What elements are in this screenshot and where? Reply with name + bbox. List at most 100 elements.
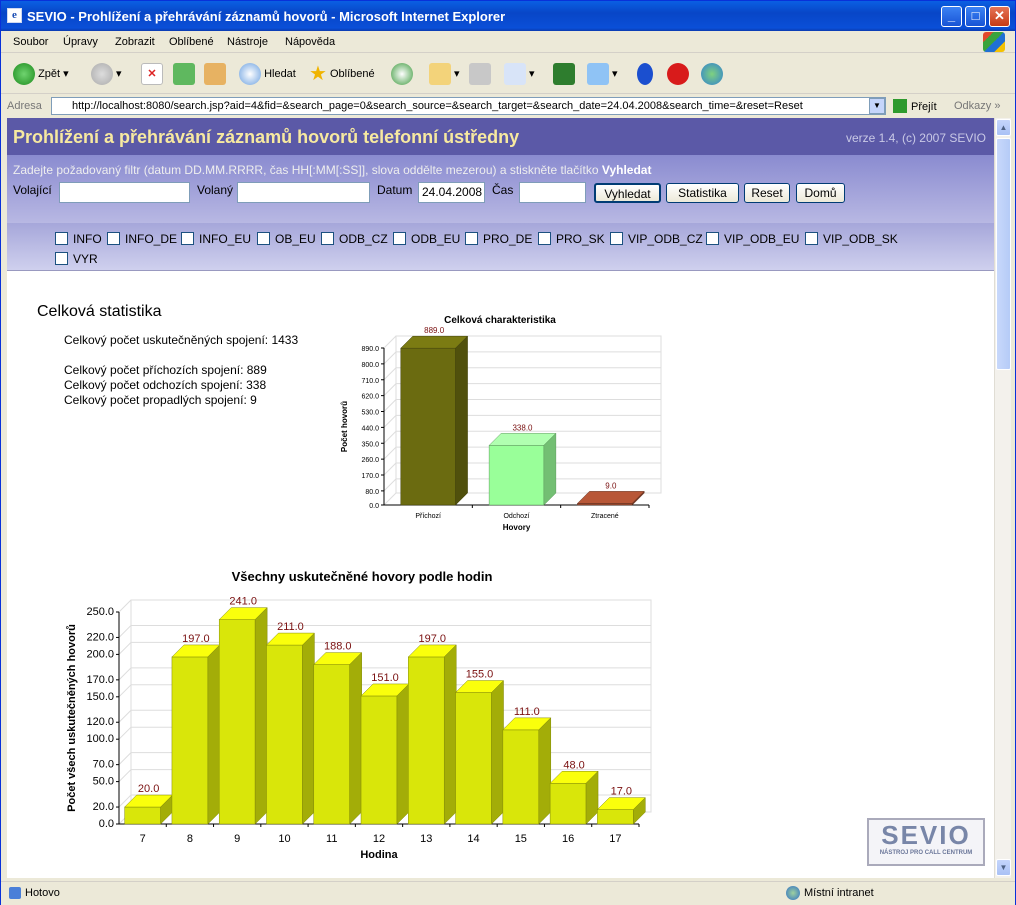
forward-button[interactable]: ▾ (91, 62, 122, 86)
addon-button-3[interactable] (667, 62, 689, 86)
y-tick-label: 530.0 (361, 410, 379, 417)
grid-line (383, 335, 397, 349)
contacts-icon (701, 63, 723, 86)
vertical-scrollbar[interactable]: ▲ ▼ (994, 118, 1011, 878)
edit-button[interactable]: ▾ (504, 62, 535, 86)
address-bar: Adresa http://localhost:8080/search.jsp?… (1, 95, 1015, 117)
statistics-button[interactable]: Statistika (666, 183, 739, 203)
address-dropdown-icon[interactable]: ▼ (869, 98, 885, 114)
home-link-button[interactable]: Domů (796, 183, 845, 203)
links-label: Odkazy (954, 100, 992, 112)
checkbox-icon (257, 232, 270, 245)
category-checkbox-info-de[interactable]: INFO_DE (107, 232, 177, 246)
star-icon: ★ (309, 63, 327, 86)
checkbox-icon (706, 232, 719, 245)
address-input[interactable]: http://localhost:8080/search.jsp?aid=4&f… (51, 97, 886, 115)
bar-side (455, 335, 468, 506)
time-input[interactable] (519, 182, 586, 203)
logo-text: SEVIO (881, 820, 971, 850)
maximize-button[interactable]: □ (965, 6, 986, 27)
x-axis-label: Hovory (503, 523, 531, 532)
links-button[interactable]: Odkazy » (954, 100, 1000, 112)
bar-side (543, 432, 557, 506)
callee-input[interactable] (237, 182, 370, 203)
category-checkbox-vyr[interactable]: VYR (55, 252, 98, 266)
scroll-down-icon[interactable]: ▼ (996, 859, 1011, 876)
refresh-button[interactable] (173, 62, 195, 86)
browser-window: e SEVIO - Prohlížení a přehrávání záznam… (0, 0, 1016, 905)
bluetooth-button[interactable] (637, 62, 653, 86)
reset-button[interactable]: Reset (744, 183, 790, 203)
y-tick-label: 260.0 (361, 457, 379, 464)
menu-tools[interactable]: Nástroje (227, 36, 268, 48)
window-title: SEVIO - Prohlížení a přehrávání záznamů … (27, 9, 506, 24)
grid-line (118, 752, 132, 765)
status-bar: Hotovo Místní intranet (1, 881, 1015, 905)
bar (171, 656, 209, 825)
grid-line (118, 769, 132, 782)
category-checkbox-vip-odb-eu[interactable]: VIP_ODB_EU (706, 232, 799, 246)
category-label: VYR (73, 252, 98, 266)
caller-input[interactable] (59, 182, 190, 203)
x-tick-label: 11 (326, 833, 337, 845)
category-label: VIP_ODB_CZ (628, 232, 703, 246)
y-axis-label: Počet všech uskutečněných hovorů (66, 624, 78, 812)
filter-hint-bold: Vyhledat (601, 163, 652, 177)
title-bar: e SEVIO - Prohlížení a přehrávání záznam… (1, 1, 1015, 31)
back-label: Zpět (38, 68, 61, 80)
menu-edit[interactable]: Úpravy (63, 36, 98, 48)
category-checkbox-vip-odb-cz[interactable]: VIP_ODB_CZ (610, 232, 703, 246)
category-checkbox-pro-de[interactable]: PRO_DE (465, 232, 532, 246)
search-label: Hledat (264, 68, 296, 80)
page-content: Prohlížení a přehrávání záznamů hovorů t… (7, 118, 994, 878)
search-submit-button[interactable]: Vyhledat (594, 183, 661, 203)
windows-logo-icon (983, 32, 1005, 52)
menu-help[interactable]: Nápověda (285, 36, 335, 48)
menu-view[interactable]: Zobrazit (115, 36, 155, 48)
scroll-up-icon[interactable]: ▲ (996, 119, 1011, 136)
minimize-button[interactable]: _ (941, 6, 962, 27)
y-tick-label: 20.0 (93, 801, 114, 813)
date-input[interactable]: 24.04.2008 (418, 182, 485, 203)
go-button[interactable]: Přejít (893, 99, 937, 113)
category-checkbox-pro-sk[interactable]: PRO_SK (538, 232, 605, 246)
contacts-button[interactable] (701, 62, 723, 86)
filter-hint-text: Zadejte požadovaný filtr (datum DD.MM.RR… (13, 163, 599, 177)
history-button[interactable] (391, 62, 413, 86)
bar (400, 347, 456, 506)
data-label: 155.0 (466, 669, 494, 681)
checkbox-icon (55, 252, 68, 265)
category-checkbox-info-eu[interactable]: INFO_EU (181, 232, 251, 246)
x-tick-label: 15 (515, 833, 527, 845)
menu-favorites[interactable]: Oblíbené (169, 36, 214, 48)
logo-subtitle: NÁSTROJ PRO CALL CENTRUM (879, 850, 973, 856)
home-button[interactable] (204, 62, 226, 86)
y-tick-label: 800.0 (361, 362, 379, 369)
close-button[interactable]: ✕ (989, 6, 1010, 27)
addon-button-2[interactable]: ▾ (587, 62, 618, 86)
search-filter: Zadejte požadovaný filtr (datum DD.MM.RR… (7, 155, 994, 223)
scroll-thumb[interactable] (996, 138, 1011, 370)
x-tick-label: 13 (420, 833, 432, 845)
grid-line (118, 599, 132, 613)
y-tick-label: 150.0 (86, 691, 114, 703)
category-label: ODB_CZ (339, 232, 388, 246)
addon-button-1[interactable] (553, 62, 575, 86)
search-button[interactable]: Hledat (239, 62, 296, 86)
category-checkbox-odb-cz[interactable]: ODB_CZ (321, 232, 388, 246)
bar-side (207, 644, 221, 825)
x-tick-label: 16 (562, 833, 574, 845)
print-button[interactable] (469, 62, 491, 86)
stop-button[interactable]: ✕ (141, 62, 163, 86)
category-checkbox-ob-eu[interactable]: OB_EU (257, 232, 316, 246)
addon-pro-icon (553, 63, 575, 86)
category-checkbox-odb-eu[interactable]: ODB_EU (393, 232, 460, 246)
bar-side (538, 717, 552, 825)
menu-file[interactable]: Soubor (13, 36, 48, 48)
favorites-button[interactable]: ★ Oblíbené (309, 62, 375, 86)
mail-button[interactable]: ▾ (429, 62, 460, 86)
category-checkbox-vip-odb-sk[interactable]: VIP_ODB_SK (805, 232, 898, 246)
back-button[interactable]: Zpět ▾ (13, 62, 69, 86)
toolbar: Zpět ▾ ▾ ✕ Hledat ★ Oblíbené ▾ ▾ ▾ (1, 54, 1015, 94)
category-checkbox-info[interactable]: INFO (55, 232, 102, 246)
